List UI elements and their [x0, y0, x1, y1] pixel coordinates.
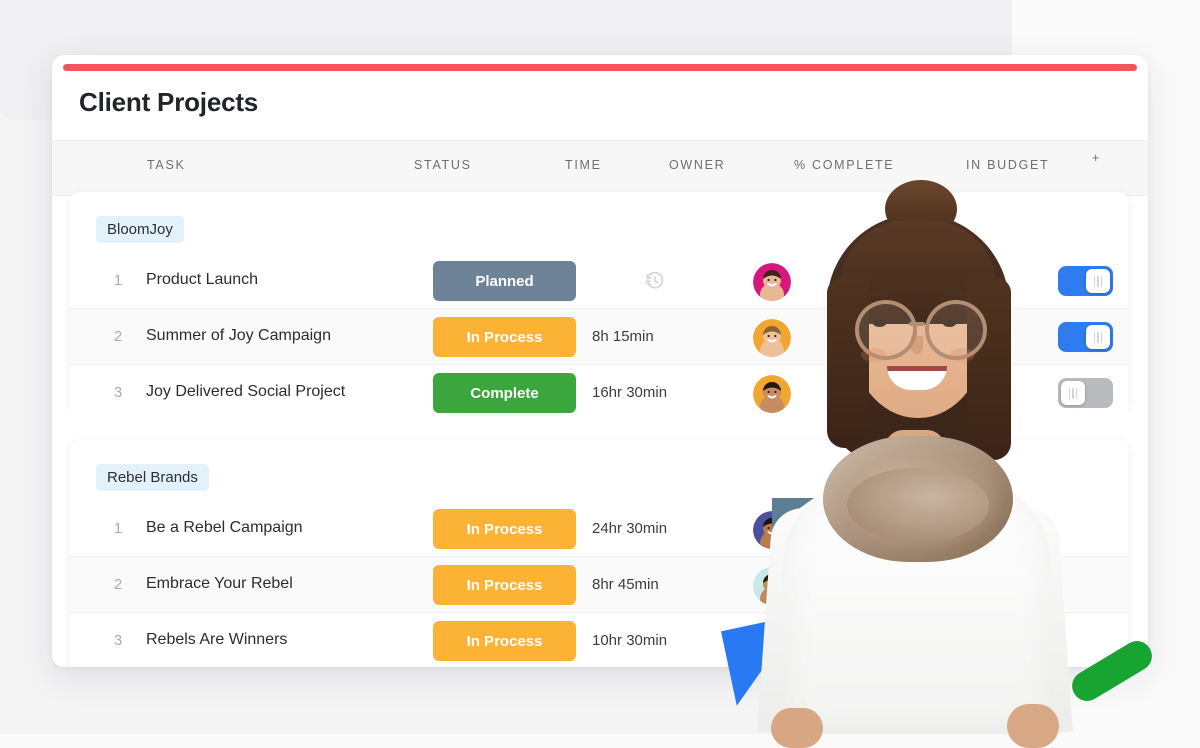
project-group-label[interactable]: BloomJoy: [96, 216, 184, 243]
add-column-icon[interactable]: +: [1092, 151, 1099, 165]
column-header-task[interactable]: TASK: [147, 158, 186, 172]
hero-person-photo: [735, 168, 1095, 748]
status-badge[interactable]: In Process: [433, 509, 576, 549]
column-header-owner[interactable]: OWNER: [669, 158, 725, 172]
row-index: 1: [113, 520, 123, 537]
row-index: 2: [113, 328, 123, 345]
row-index: 3: [113, 384, 123, 401]
column-header-status[interactable]: STATUS: [414, 158, 472, 172]
task-name[interactable]: Be a Rebel Campaign: [146, 519, 303, 537]
card-accent-bar: [63, 64, 1137, 71]
status-badge[interactable]: Planned: [433, 261, 576, 301]
task-name[interactable]: Joy Delivered Social Project: [146, 383, 345, 401]
task-name[interactable]: Summer of Joy Campaign: [146, 327, 331, 345]
task-name[interactable]: Embrace Your Rebel: [146, 575, 293, 593]
time-value: 8hr 45min: [592, 576, 659, 593]
project-group-label[interactable]: Rebel Brands: [96, 464, 209, 491]
row-index: 3: [113, 632, 123, 649]
time-value: 10hr 30min: [592, 632, 668, 649]
time-value: 8h 15min: [592, 328, 654, 345]
history-clock-icon[interactable]: [644, 270, 666, 292]
column-header-time[interactable]: TIME: [565, 158, 602, 172]
row-index: 2: [113, 576, 123, 593]
time-value: 16hr 30min: [592, 384, 668, 401]
status-badge[interactable]: Complete: [433, 373, 576, 413]
task-name[interactable]: Rebels Are Winners: [146, 631, 287, 649]
status-badge[interactable]: In Process: [433, 621, 576, 661]
page-title: Client Projects: [79, 87, 259, 117]
task-name[interactable]: Product Launch: [146, 271, 258, 289]
status-badge[interactable]: In Process: [433, 317, 576, 357]
row-index: 1: [113, 272, 123, 289]
status-badge[interactable]: In Process: [433, 565, 576, 605]
time-value: 24hr 30min: [592, 520, 668, 537]
